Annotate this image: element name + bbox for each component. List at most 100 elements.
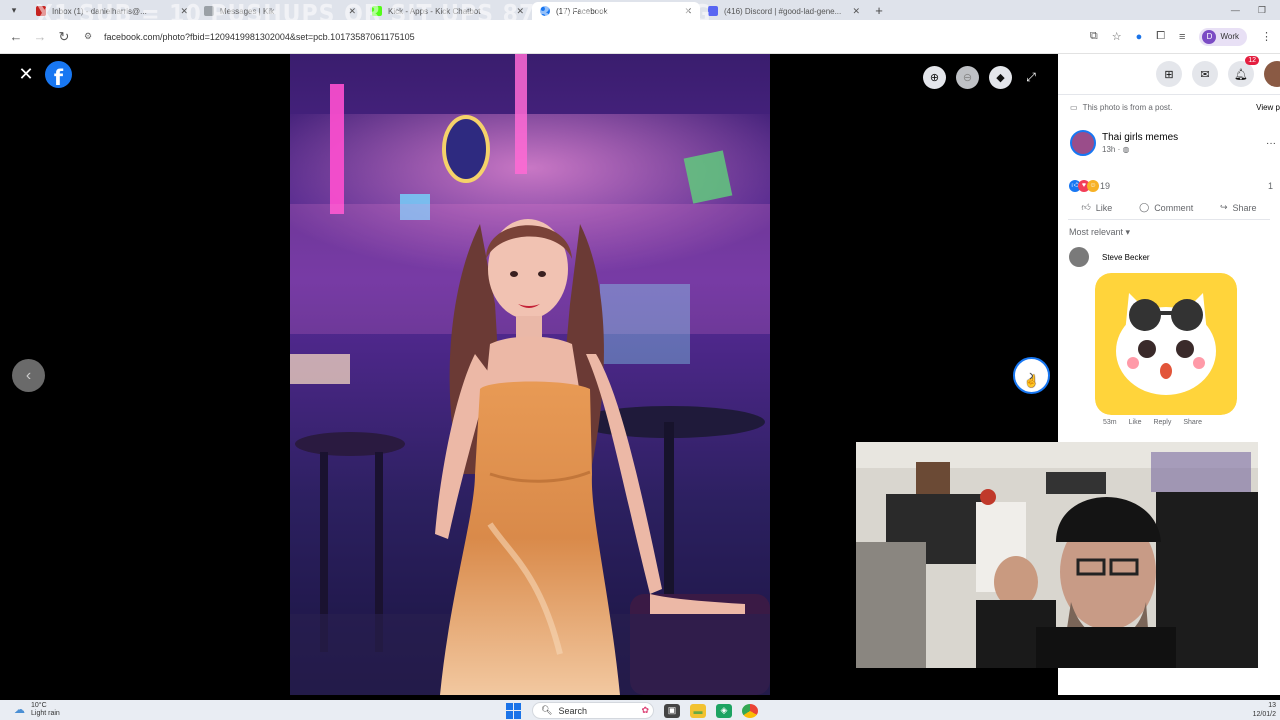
comment-sort-dropdown[interactable]: Most relevant ▾ — [1058, 220, 1280, 245]
reactions-summary[interactable]: 👍︎ ♥ ☺ 19 1 — [1058, 166, 1280, 192]
clock-date: 12/01/2 — [1252, 711, 1276, 718]
comment-button[interactable]: ◯ Comment — [1139, 202, 1193, 213]
comment-label: Comment — [1154, 202, 1194, 213]
task-view-icon[interactable]: ▣ — [664, 703, 680, 718]
menu-grid-icon[interactable]: ⊞ — [1156, 61, 1182, 87]
thumbs-up-icon: 👍︎ — [1081, 202, 1091, 212]
like-label: Like — [1095, 202, 1113, 213]
install-icon[interactable]: ⧉ — [1090, 30, 1098, 43]
tab-discord[interactable]: (416) Discord | #good-lad-gene... ✕ — [700, 2, 868, 20]
zoom-in-icon[interactable]: ⊕ — [923, 66, 946, 89]
share-button[interactable]: ↪ Share — [1220, 202, 1257, 213]
taskbar-center: 🔍︎ Search ✿ ▣ ▬ ◈ — [506, 702, 758, 719]
reload-icon[interactable]: ↻ — [52, 29, 76, 45]
tab-messages[interactable]: Messages | Kik ✕ — [196, 2, 364, 20]
poster-name[interactable]: Thai girls memes — [1102, 132, 1178, 143]
profile-label: Work — [1220, 32, 1239, 41]
more-options-icon[interactable]: ··· — [1266, 138, 1276, 149]
zoom-out-icon[interactable]: ⊖ — [956, 66, 979, 89]
close-tab-icon[interactable]: ✕ — [684, 6, 692, 17]
post-icon: ▭ — [1070, 103, 1078, 112]
comment-share-link[interactable]: Share — [1183, 419, 1202, 426]
weather-condition: Light rain — [31, 710, 60, 717]
tag-icon[interactable]: ◆ — [989, 66, 1012, 89]
back-icon[interactable]: ← — [4, 29, 28, 44]
view-post-link[interactable]: View p — [1256, 103, 1280, 112]
photo — [290, 54, 770, 695]
tab-label: Messages | Kik — [220, 6, 275, 16]
tab-search-icon[interactable]: ▾ — [0, 0, 28, 20]
close-tab-icon[interactable]: ✕ — [852, 6, 860, 17]
commenter-avatar[interactable] — [1069, 247, 1089, 267]
tab-strip: ▾ Inbox (1) - danielharris@... ✕ Message… — [0, 0, 1280, 20]
profile-button[interactable]: D Work — [1199, 27, 1247, 46]
post-time: 13h · ◍ — [1102, 145, 1178, 154]
extension-icon[interactable]: ● — [1136, 31, 1143, 43]
search-icon: 🔍︎ — [541, 705, 553, 715]
share-label: Share — [1232, 202, 1257, 213]
notifications-icon[interactable]: 🔔︎ 12 — [1228, 56, 1259, 87]
facebook-icon — [540, 6, 550, 16]
from-post-banner: ▭ This photo is from a post. View p — [1058, 94, 1280, 120]
sort-label: Most relevant — [1069, 227, 1124, 237]
tab-facebook[interactable]: (17) Facebook ✕ — [532, 2, 700, 20]
haha-reaction-icon: ☺ — [1087, 180, 1099, 192]
photo-image — [290, 54, 770, 695]
post-header: Thai girls memes 13h · ◍ ··· — [1058, 120, 1280, 166]
media-icon[interactable]: ≡ — [1179, 31, 1185, 43]
weather-widget[interactable]: ☁ 10°C Light rain — [0, 702, 60, 718]
store-app-icon[interactable]: ◈ — [716, 703, 732, 718]
fullscreen-icon[interactable]: ⤢ — [1022, 70, 1040, 85]
address-bar[interactable]: ⚙ facebook.com/photo?fbid=12094199813020… — [84, 24, 1084, 49]
taskbar-search[interactable]: 🔍︎ Search ✿ — [532, 702, 654, 719]
tab-label: Kick - Apps - Kick Chatbot — [388, 6, 481, 16]
file-explorer-icon[interactable]: ▬ — [690, 703, 706, 718]
rain-cloud-icon: ☁ — [14, 704, 25, 716]
new-tab-button[interactable]: + — [868, 3, 890, 18]
tab-label: (416) Discord | #good-lad-gene... — [724, 6, 842, 16]
windows-start-icon[interactable] — [506, 702, 522, 719]
tab-kick[interactable]: Kick - Apps - Kick Chatbot ✕ — [364, 2, 532, 20]
extensions-puzzle-icon[interactable]: ⧠ — [1156, 30, 1165, 43]
comment-reply-link[interactable]: Reply — [1153, 419, 1171, 426]
minimize-icon[interactable]: — — [1231, 5, 1240, 16]
forward-icon[interactable]: → — [28, 29, 52, 44]
windows-taskbar: ☁ 10°C Light rain 🔍︎ Search ✿ ▣ ▬ ◈ 13 1… — [0, 700, 1280, 720]
comment-like-link[interactable]: Like — [1129, 419, 1142, 426]
menu-icon[interactable]: ⋮ — [1261, 30, 1272, 43]
comment-count[interactable]: 1 — [1268, 181, 1273, 191]
poster-avatar[interactable] — [1070, 130, 1096, 156]
like-button[interactable]: 👍︎ Like — [1081, 202, 1112, 213]
tab-label: (17) Facebook — [556, 6, 608, 16]
account-avatar[interactable] — [1264, 61, 1280, 87]
previous-photo-button[interactable]: ‹ — [12, 359, 45, 392]
post-time-text: 13h · — [1102, 145, 1121, 154]
close-tab-icon[interactable]: ✕ — [516, 6, 524, 17]
browser-toolbar: ← → ↻ ⚙ facebook.com/photo?fbid=12094199… — [0, 20, 1280, 54]
tab-gmail[interactable]: Inbox (1) - danielharris@... ✕ — [28, 2, 196, 20]
commenter-name[interactable]: Steve Becker — [1102, 253, 1150, 267]
close-tab-icon[interactable]: ✕ — [348, 6, 356, 17]
url-text: facebook.com/photo?fbid=1209419981302004… — [104, 31, 415, 42]
site-info-icon[interactable]: ⚙ — [84, 31, 98, 42]
webcam-image — [856, 442, 1258, 668]
facebook-logo-icon[interactable]: f — [45, 61, 72, 88]
omg-cat-sticker — [1095, 273, 1237, 415]
comment-time: 53m — [1103, 419, 1117, 426]
screen: ▾ Inbox (1) - danielharris@... ✕ Message… — [0, 0, 1280, 720]
kick-icon — [372, 6, 382, 16]
messenger-icon[interactable]: ✉ — [1192, 61, 1218, 87]
system-clock[interactable]: 13 12/01/2 — [1253, 701, 1280, 719]
close-tab-icon[interactable]: ✕ — [180, 6, 188, 17]
webcam-overlay — [856, 442, 1258, 668]
reaction-icons: 👍︎ ♥ ☺ — [1069, 180, 1099, 192]
viewer-tools: ⊕ ⊖ ◆ ⤢ — [923, 66, 1040, 89]
bookmark-star-icon[interactable]: ☆ — [1112, 30, 1122, 43]
close-icon[interactable]: ✕ — [16, 64, 36, 84]
maximize-icon[interactable]: ❐ — [1258, 5, 1266, 16]
gmail-icon — [36, 6, 46, 16]
notification-badge: 12 — [1245, 56, 1259, 65]
chrome-icon[interactable] — [742, 703, 758, 718]
post-actions: 👍︎ Like ◯ Comment ↪ Share — [1068, 192, 1270, 220]
comment: Steve Becker — [1058, 245, 1280, 269]
